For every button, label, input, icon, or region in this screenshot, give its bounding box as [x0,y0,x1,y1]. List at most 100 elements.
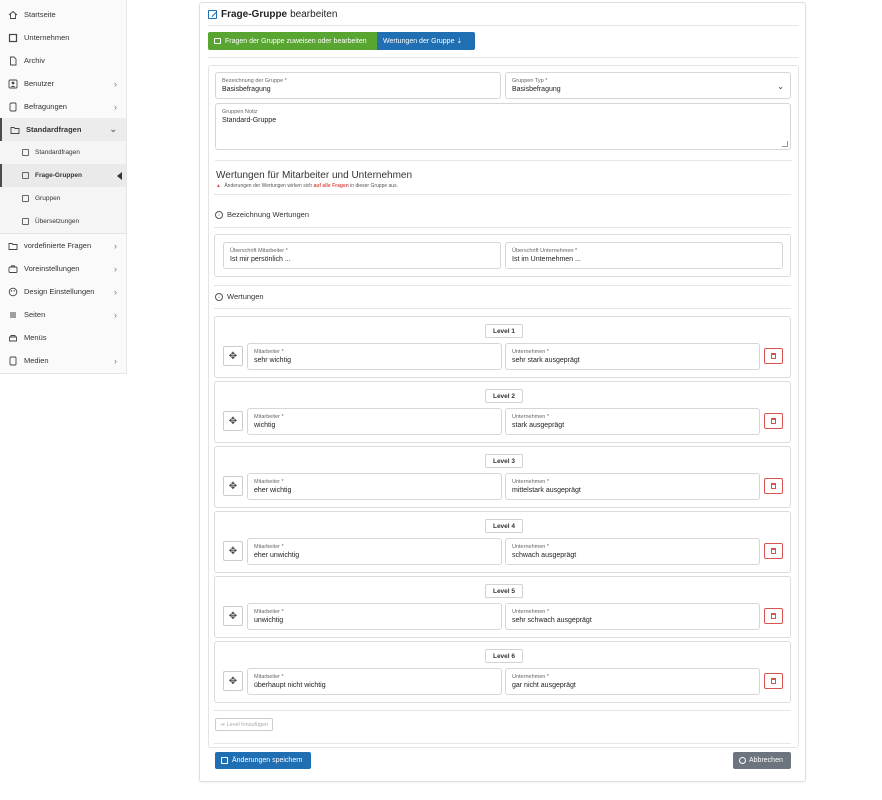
move-icon[interactable]: ✥ [223,411,243,431]
employee-value-field[interactable]: Mitarbeiter * eher unwichtig [247,538,502,565]
employee-header-field[interactable]: Überschrift Mitarbeiter * Ist mir persön… [223,242,501,269]
sidebar-item-standardfragen[interactable]: Standardfragen ⌄ [0,118,126,141]
divider [214,308,791,309]
sidebar-item-design-einstellungen[interactable]: Design Einstellungen › [0,280,126,303]
company-value-field[interactable]: Unternehmen * sehr schwach ausgeprägt [505,603,760,630]
company-value: mittelstark ausgeprägt [512,487,581,494]
employee-value-field[interactable]: Mitarbeiter * sehr wichtig [247,343,502,370]
move-icon[interactable]: ✥ [223,606,243,626]
edit-icon [208,10,217,19]
sidebar-subitem-gruppen[interactable]: Gruppen [0,187,126,210]
group-type-select[interactable]: Gruppen Typ * Basisbefragung ⌄ [505,72,791,99]
company-header-value: Ist im Unternehmen ... [512,256,581,263]
ratings-warning: ▲ Änderungen der Wertungen wirken sich a… [216,183,398,189]
sidebar-item-menues[interactable]: Menüs [0,326,126,349]
sidebar-item-befragungen[interactable]: Befragungen › [0,95,126,118]
company-value-field[interactable]: Unternehmen * gar nicht ausgeprägt [505,668,760,695]
trash-icon [771,548,776,554]
level-badge: Level 6 [485,649,523,663]
company-value: gar nicht ausgeprägt [512,682,576,689]
level-badge: Level 1 [485,324,523,338]
employee-label: Mitarbeiter * [254,349,284,355]
chevron-right-icon: › [114,101,117,112]
save-button[interactable]: Änderungen speichern [215,752,311,769]
folder-icon [22,218,29,225]
move-icon[interactable]: ✥ [223,476,243,496]
chevron-circle-icon: ↓ [215,292,223,301]
add-level-label: Level hinzufügen [226,721,269,728]
company-value-field[interactable]: Unternehmen * stark ausgeprägt [505,408,760,435]
chevron-right-icon: › [114,355,117,366]
delete-level-button[interactable] [764,348,783,364]
chevron-right-icon: › [114,240,117,251]
group-note-textarea[interactable]: Gruppen Notiz Standard-Gruppe [215,103,791,150]
employee-value: eher unwichtig [254,552,300,559]
cancel-button[interactable]: Abbrechen [733,752,791,769]
sidebar-item-label: Benutzer [24,79,55,88]
company-value-field[interactable]: Unternehmen * sehr stark ausgeprägt [505,343,760,370]
section-ratings[interactable]: ↓ Wertungen [215,292,264,301]
edit-group-card: Frage-Gruppe bearbeiten Fragen der Grupp… [199,2,806,782]
chevron-down-icon: ⌄ [109,124,117,134]
warning-text-pre: Änderungen der Wertungen wirken sich [224,183,313,189]
section-rating-labels[interactable]: ↓ Bezeichnung Wertungen [215,210,309,219]
sidebar-item-archiv[interactable]: Archiv [0,49,126,72]
add-level-button[interactable]: ⇥ Level hinzufügen [215,718,274,731]
sidebar-item-label: Startseite [24,10,56,19]
employee-label: Mitarbeiter * [254,544,284,550]
home-icon [8,10,18,20]
sidebar-item-label: vordefinierte Fragen [24,241,92,250]
employee-value-field[interactable]: Mitarbeiter * wichtig [247,408,502,435]
sidebar-item-benutzer[interactable]: Benutzer › [0,72,126,95]
sidebar-subitem-label: Standardfragen [35,149,80,156]
resize-handle-icon[interactable] [782,141,788,147]
sidebar-item-unternehmen[interactable]: Unternehmen [0,26,126,49]
chevron-right-icon: › [114,286,117,297]
company-value-field[interactable]: Unternehmen * schwach ausgeprägt [505,538,760,565]
sidebar-item-medien[interactable]: Medien › [0,349,126,372]
warning-text-post: in dieser Gruppe aus. [350,183,398,189]
level-row: Level 5 ✥ Mitarbeiter * unwichtig Untern… [214,576,791,638]
delete-level-button[interactable] [764,478,783,494]
employee-value-field[interactable]: Mitarbeiter * überhaupt nicht wichtig [247,668,502,695]
divider [214,194,791,195]
page-title: Frage-Gruppe bearbeiten [208,9,337,20]
delete-level-button[interactable] [764,673,783,689]
tab-assign-questions[interactable]: Fragen der Gruppe zuweisen oder bearbeit… [208,32,377,50]
tab-assign-label: Fragen der Gruppe zuweisen oder bearbeit… [225,37,367,45]
delete-level-button[interactable] [764,543,783,559]
group-name-field[interactable]: Bezeichnung der Gruppe * Basisbefragung [215,72,501,99]
company-label: Unternehmen * [512,609,549,615]
move-icon[interactable]: ✥ [223,671,243,691]
chevron-right-icon: › [114,263,117,274]
level-row: Level 6 ✥ Mitarbeiter * überhaupt nicht … [214,641,791,703]
save-button-label: Änderungen speichern [232,757,303,764]
move-icon[interactable]: ✥ [223,541,243,561]
divider [208,25,799,26]
move-icon[interactable]: ✥ [223,346,243,366]
employee-value-field[interactable]: Mitarbeiter * unwichtig [247,603,502,630]
company-header-field[interactable]: Überschrift Unternehmen * Ist im Unterne… [505,242,783,269]
sidebar-item-seiten[interactable]: Seiten › [0,303,126,326]
employee-label: Mitarbeiter * [254,674,284,680]
sidebar-item-label: Standardfragen [26,125,82,134]
company-label: Unternehmen * [512,414,549,420]
delete-level-button[interactable] [764,608,783,624]
save-icon [221,757,228,764]
company-value-field[interactable]: Unternehmen * mittelstark ausgeprägt [505,473,760,500]
tab-ratings[interactable]: Wertungen der Gruppe ⇣ [377,32,475,50]
company-value: sehr stark ausgeprägt [512,357,580,364]
sidebar-subitem-uebersetzungen[interactable]: Übersetzungen [0,210,126,233]
delete-level-button[interactable] [764,413,783,429]
sidebar-subitem-frage-gruppen[interactable]: Frage-Gruppen [0,164,126,187]
cancel-button-label: Abbrechen [749,757,783,764]
sidebar-item-voreinstellungen[interactable]: Voreinstellungen › [0,257,126,280]
sidebar-item-vordefinierte-fragen[interactable]: vordefinierte Fragen › [0,234,126,257]
level-badge: Level 2 [485,389,523,403]
tab-ratings-label: Wertungen der Gruppe ⇣ [383,38,463,45]
company-label: Unternehmen * [512,479,549,485]
sidebar-item-startseite[interactable]: Startseite [0,3,126,26]
sidebar-subitem-standardfragen[interactable]: Standardfragen [0,141,126,164]
cancel-icon [739,757,746,764]
employee-value-field[interactable]: Mitarbeiter * eher wichtig [247,473,502,500]
